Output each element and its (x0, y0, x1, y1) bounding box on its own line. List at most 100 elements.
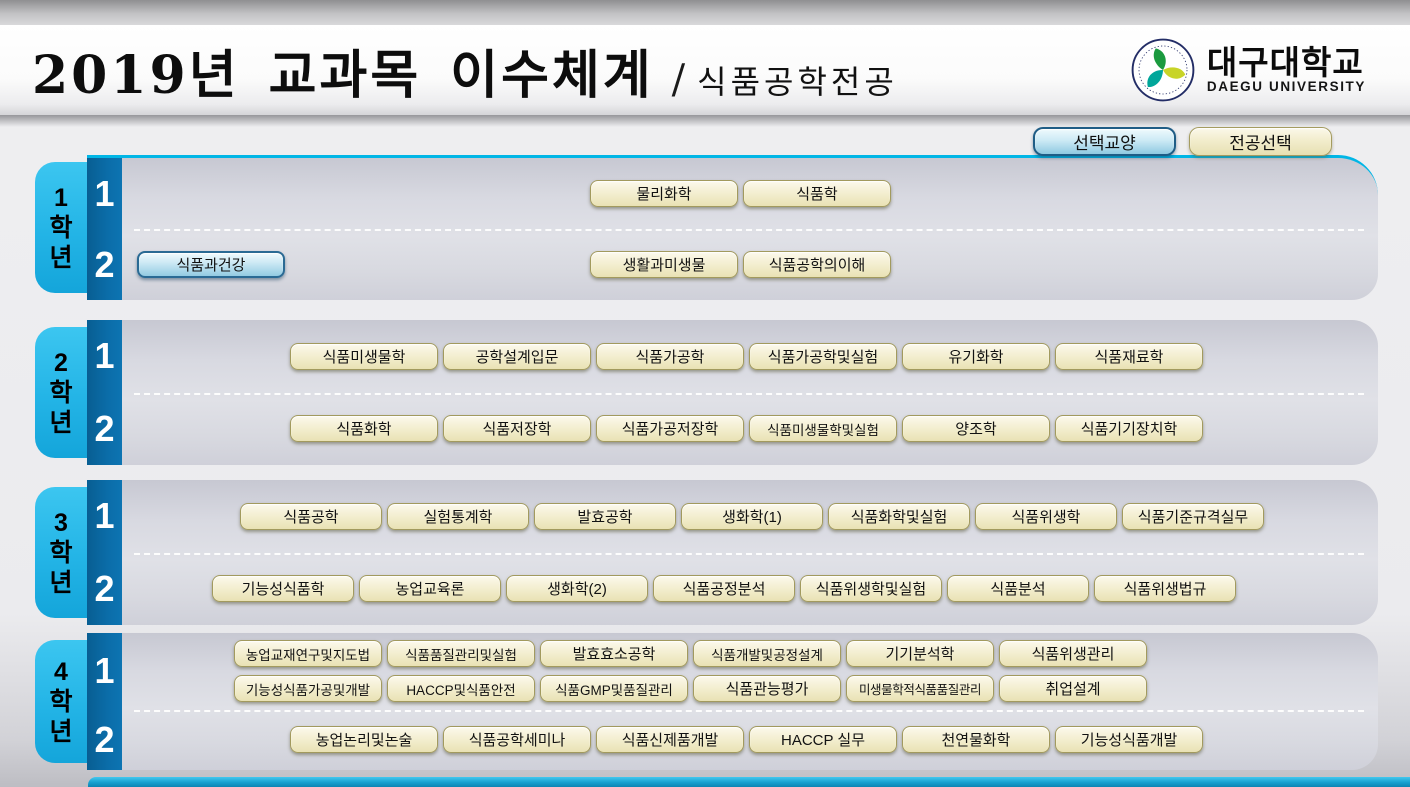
year-label-line: 1 (54, 184, 68, 212)
course-button[interactable]: 식품과건강 (137, 251, 285, 278)
semester-divider (134, 710, 1364, 712)
course-button[interactable]: 농업교육론 (359, 575, 501, 602)
course-button[interactable]: 식품재료학 (1055, 343, 1203, 370)
course-button[interactable]: 식품신제품개발 (596, 726, 744, 753)
course-button[interactable]: 식품미생물학 (290, 343, 438, 370)
course-button[interactable]: 식품공학의이해 (743, 251, 891, 278)
course-button[interactable]: 생활과미생물 (590, 251, 738, 278)
title-group: 2019년 교과목 이수체계 / 식품공학전공 (32, 33, 898, 108)
course-line: 기능성식품가공및개발HACCP및식품안전식품GMP및품질관리식품관능평가미생물학… (122, 675, 1378, 702)
course-button[interactable]: 식품공정분석 (653, 575, 795, 602)
course-button[interactable]: 식품공학 (240, 503, 382, 530)
course-button[interactable]: 식품기준규격실무 (1122, 503, 1264, 530)
semester-2-number: 2 (87, 229, 122, 300)
course-button[interactable]: 양조학 (902, 415, 1050, 442)
year-label-line: 년 (49, 569, 72, 597)
course-button[interactable]: 식품개발및공정설계 (693, 640, 841, 667)
course-button[interactable]: 식품가공저장학 (596, 415, 744, 442)
course-button[interactable]: 식품학 (743, 180, 891, 207)
year-label-line: 년 (49, 409, 72, 437)
course-button[interactable]: 발효효소공학 (540, 640, 688, 667)
course-button[interactable]: 미생물학적식품품질관리 (846, 675, 994, 702)
year-label-line: 4 (54, 658, 68, 686)
course-line: 식품과건강 생활과미생물식품공학의이해 (122, 251, 1378, 278)
legend-major-elective-button[interactable]: 전공선택 (1189, 127, 1332, 156)
year-label-line: 년 (49, 244, 72, 272)
course-button[interactable]: 식품위생관리 (999, 640, 1147, 667)
course-button[interactable]: 천연물화학 (902, 726, 1050, 753)
year-label-line: 2 (54, 349, 68, 377)
university-logo: 대구대학교 DAEGU UNIVERSITY (1131, 38, 1366, 102)
course-button[interactable]: 식품화학 (290, 415, 438, 442)
course-button[interactable]: 기능성식품개발 (1055, 726, 1203, 753)
course-button[interactable]: 식품분석 (947, 575, 1089, 602)
year-4-label: 4 학 년 (35, 640, 87, 763)
legend-general-elective-button[interactable]: 선택교양 (1033, 127, 1176, 156)
course-button[interactable]: 식품화학및실험 (828, 503, 970, 530)
course-button[interactable]: 기능성식품학 (212, 575, 354, 602)
year-2-semester-bar: 1 2 (87, 320, 122, 465)
semester-2-number: 2 (87, 710, 122, 770)
course-button[interactable]: 물리화학 (590, 180, 738, 207)
year-4-semester-1-courses: 농업교재연구및지도법식품품질관리및실험발효효소공학식품개발및공정설계기기분석학식… (122, 633, 1378, 710)
logo-text: 대구대학교 DAEGU UNIVERSITY (1207, 46, 1366, 95)
course-button[interactable]: HACCP및식품안전 (387, 675, 535, 702)
course-button[interactable]: 기기분석학 (846, 640, 994, 667)
course-button[interactable]: 식품가공학및실험 (749, 343, 897, 370)
year-4-semester-bar: 1 2 (87, 633, 122, 770)
course-button[interactable]: 식품미생물학및실험 (749, 415, 897, 442)
course-button[interactable]: 기능성식품가공및개발 (234, 675, 382, 702)
year-label-line: 학 (49, 539, 72, 567)
course-line: 기능성식품학농업교육론생화학(2)식품공정분석식품위생학및실험식품분석식품위생법… (122, 575, 1378, 602)
year-label-line: 학 (49, 214, 72, 242)
semester-divider (134, 229, 1364, 231)
course-button[interactable]: 농업논리및논술 (290, 726, 438, 753)
year-2-panel: 식품미생물학공학설계입문식품가공학식품가공학및실험유기화학식품재료학 식품화학식… (122, 320, 1378, 465)
course-button[interactable]: 식품위생법규 (1094, 575, 1236, 602)
title-separator: / (672, 57, 685, 103)
year-2-semester-1-courses: 식품미생물학공학설계입문식품가공학식품가공학및실험유기화학식품재료학 (122, 320, 1378, 393)
course-button[interactable]: 식품품질관리및실험 (387, 640, 535, 667)
year-row-4: 4 학 년 1 2 농업교재연구및지도법식품품질관리및실험발효효소공학식품개발및… (35, 633, 1378, 770)
year-label-line: 3 (54, 509, 68, 537)
year-label-line: 학 (49, 379, 72, 407)
top-decorative-strip (0, 0, 1410, 25)
year-row-1: 1 학 년 1 2 물리화학식품학 식품과건강 생활과미생물식품공학의이해 (35, 155, 1378, 300)
course-button[interactable]: 식품관능평가 (693, 675, 841, 702)
semester-1-number: 1 (87, 158, 122, 229)
course-line: 식품화학식품저장학식품가공저장학식품미생물학및실험양조학식품기기장치학 (122, 415, 1378, 442)
semester-1-number: 1 (87, 480, 122, 553)
course-button[interactable]: 생화학(1) (681, 503, 823, 530)
course-button[interactable]: 식품GMP및품질관리 (540, 675, 688, 702)
course-button[interactable]: 생화학(2) (506, 575, 648, 602)
semester-divider (134, 393, 1364, 395)
course-line: 물리화학식품학 (122, 180, 1378, 207)
course-line: 식품미생물학공학설계입문식품가공학식품가공학및실험유기화학식품재료학 (122, 343, 1378, 370)
course-button[interactable]: 식품저장학 (443, 415, 591, 442)
year-row-2: 2 학 년 1 2 식품미생물학공학설계입문식품가공학식품가공학및실험유기화학식… (35, 320, 1378, 465)
logo-korean-name: 대구대학교 (1207, 46, 1366, 81)
course-button[interactable]: 식품기기장치학 (1055, 415, 1203, 442)
year-1-semester-2-courses: 식품과건강 생활과미생물식품공학의이해 (122, 229, 1378, 300)
course-button[interactable]: 식품위생학및실험 (800, 575, 942, 602)
course-button[interactable]: 실험통계학 (387, 503, 529, 530)
course-button[interactable]: HACCP 실무 (749, 726, 897, 753)
university-seal-icon (1131, 38, 1195, 102)
year-2-label: 2 학 년 (35, 327, 87, 458)
year-row-3: 3 학 년 1 2 식품공학실험통계학발효공학생화학(1)식품화학및실험식품위생… (35, 480, 1378, 625)
course-button[interactable]: 식품공학세미나 (443, 726, 591, 753)
semester-2-number: 2 (87, 393, 122, 466)
year-4-semester-2-courses: 농업논리및논술식품공학세미나식품신제품개발HACCP 실무천연물화학기능성식품개… (122, 710, 1378, 770)
course-button[interactable]: 식품가공학 (596, 343, 744, 370)
course-line: 농업논리및논술식품공학세미나식품신제품개발HACCP 실무천연물화학기능성식품개… (122, 726, 1378, 753)
course-button[interactable]: 발효공학 (534, 503, 676, 530)
semester-2-number: 2 (87, 553, 122, 626)
bottom-decorative-swoosh (88, 777, 1410, 787)
course-button[interactable]: 취업설계 (999, 675, 1147, 702)
course-button[interactable]: 식품위생학 (975, 503, 1117, 530)
course-button[interactable]: 농업교재연구및지도법 (234, 640, 382, 667)
course-button[interactable]: 유기화학 (902, 343, 1050, 370)
course-line: 식품공학실험통계학발효공학생화학(1)식품화학및실험식품위생학식품기준규격실무 (122, 503, 1378, 530)
course-button[interactable]: 공학설계입문 (443, 343, 591, 370)
semester-1-number: 1 (87, 633, 122, 710)
